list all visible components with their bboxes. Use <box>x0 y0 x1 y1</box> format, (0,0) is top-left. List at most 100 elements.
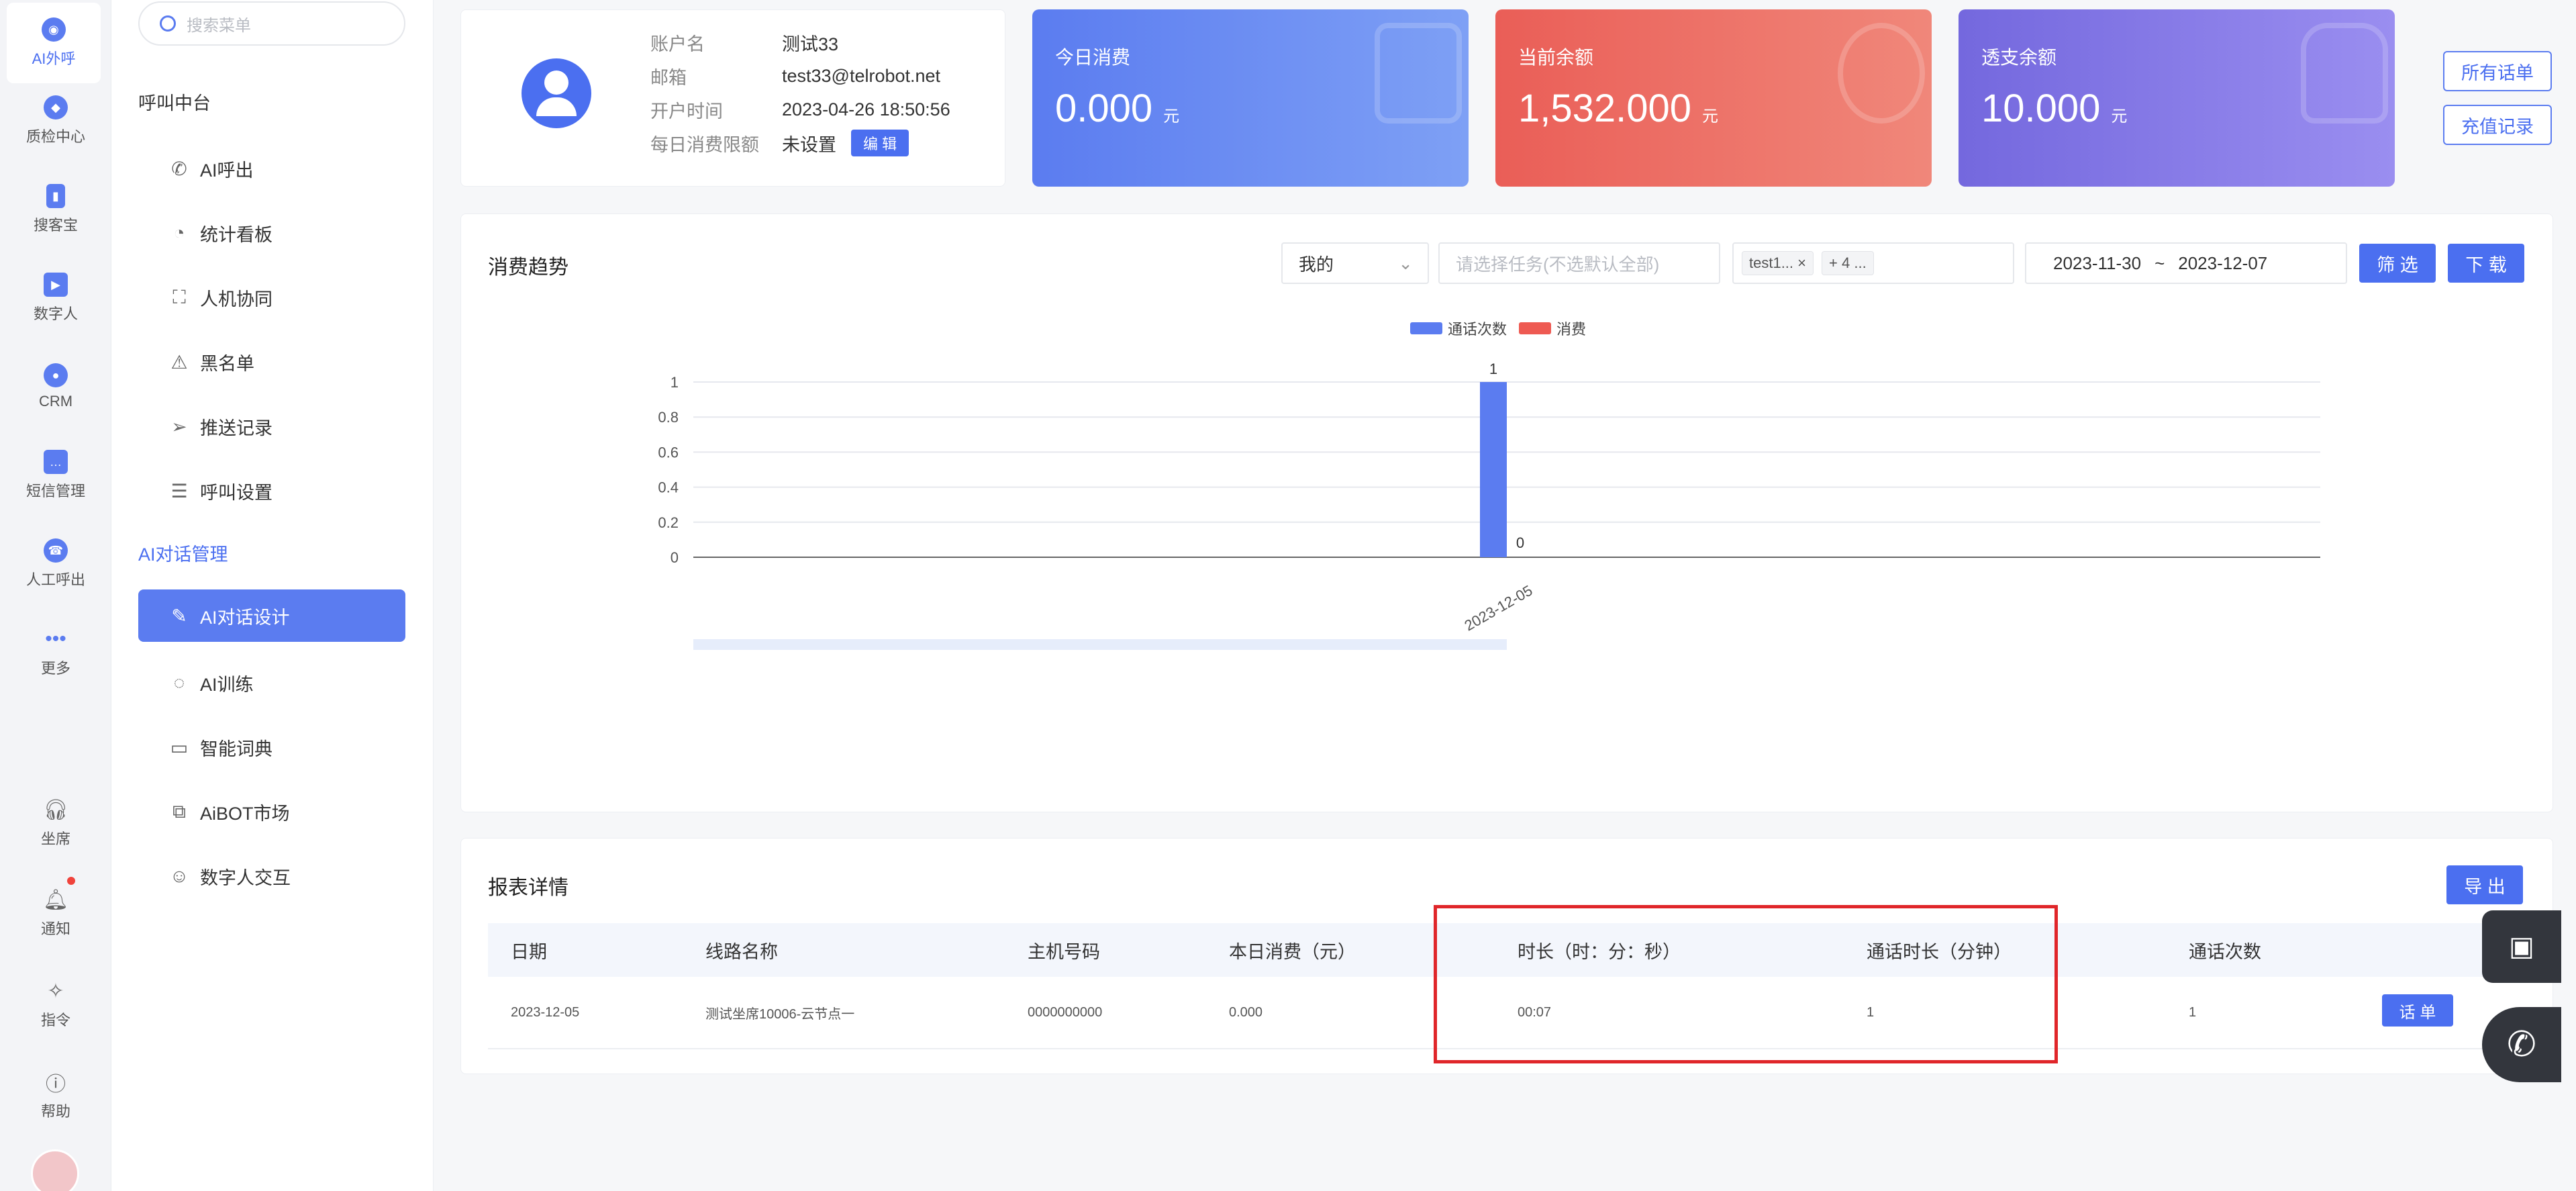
scope-value: 我的 <box>1299 254 1334 275</box>
chat-widget-button[interactable]: ▣ <box>2482 910 2561 983</box>
data-label: 0 <box>1516 534 1524 551</box>
rail-item-soukebao[interactable]: ▮ 搜客宝 <box>0 169 111 250</box>
account-name-label: 账户名 <box>650 34 705 54</box>
rail-item-ai-call[interactable]: ◉ AI外呼 <box>7 3 101 83</box>
export-button[interactable]: 导 出 <box>2446 865 2523 904</box>
close-icon[interactable]: × <box>1797 254 1806 271</box>
account-avatar-icon <box>522 58 591 128</box>
menu-item-digital-interaction[interactable]: ☺ 数字人交互 <box>138 850 405 902</box>
menu-item-collab[interactable]: ⛶ 人机协同 <box>138 271 405 324</box>
y-tick-label: 0.6 <box>658 444 679 461</box>
account-open-row: 开户时间 2023-04-26 18:50:56 <box>650 96 950 123</box>
phone-icon: ✆ <box>171 158 187 179</box>
rail-label: 指令 <box>40 1012 70 1029</box>
trend-card: 消费趋势 我的 ⌄ 请选择任务(不选默认全部) test1... × + 4 .… <box>460 213 2553 812</box>
highlight-box <box>1434 905 2058 1063</box>
app-root: { "rail": [ {"label":"AI外呼","icon":"robo… <box>0 0 2576 1191</box>
rail-item-seat[interactable]: 🎧︎ 坐席 <box>0 783 111 863</box>
all-bills-button[interactable]: 所有话单 <box>2443 51 2552 91</box>
rail-item-help[interactable]: ⓘ 帮助 <box>0 1055 111 1136</box>
stat-card-today: 今日消费 0.000 元 <box>1032 9 1469 187</box>
task-placeholder: 请选择任务(不选默认全部) <box>1456 254 1660 275</box>
account-name: 测试33 <box>782 34 839 54</box>
avatar[interactable] <box>31 1149 79 1191</box>
menu-item-dictionary[interactable]: ▭ 智能词典 <box>138 721 405 773</box>
menu-item-label: 人机协同 <box>200 289 273 309</box>
rail-item-more[interactable]: ••• 更多 <box>0 612 111 693</box>
rail-item-crm[interactable]: ● CRM <box>0 346 111 427</box>
report-title: 报表详情 <box>488 877 568 899</box>
menu-item-blacklist[interactable]: ⚠ 黑名单 <box>138 336 405 388</box>
menu-item-ai-dialog-design[interactable]: ✎ AI对话设计 <box>138 589 405 642</box>
rail-item-quality[interactable]: ◆ 质检中心 <box>0 81 111 161</box>
receipt-icon <box>1375 23 1462 124</box>
book-icon: ▭ <box>170 736 189 758</box>
menu-item-dashboard[interactable]: ◔ 统计看板 <box>138 207 405 259</box>
rail-label: 通知 <box>40 920 70 937</box>
menu-item-label: 统计看板 <box>200 224 273 245</box>
menu-group-ai-dialog: AI对话管理 <box>138 544 228 565</box>
menu-item-label: 推送记录 <box>200 418 273 438</box>
chart-legend: 通话次数 消费 <box>1410 318 1586 339</box>
menu-item-label: 呼叫设置 <box>200 482 273 503</box>
menu-item-label: AiBOT市场 <box>200 803 290 824</box>
scope-select[interactable]: 我的 ⌄ <box>1281 242 1429 284</box>
menu-item-label: AI呼出 <box>200 160 254 181</box>
rail-label: 坐席 <box>40 830 70 847</box>
menu-item-call-settings[interactable]: ☰ 呼叫设置 <box>138 465 405 517</box>
date-separator: ~ <box>2154 252 2165 273</box>
legend-label-calls: 通话次数 <box>1448 321 1507 338</box>
account-email: test33@telrobot.net <box>782 65 941 86</box>
data-label: 1 <box>1489 361 1497 377</box>
rail-item-manual-call[interactable]: ☎ 人工呼出 <box>0 524 111 604</box>
col-count: 通话次数 <box>2189 941 2261 962</box>
search-placeholder: 搜索菜单 <box>187 16 251 35</box>
rail-item-notify[interactable]: 🔔︎ 通知 <box>0 873 111 953</box>
menu-item-ai-training[interactable]: ◌ AI训练 <box>138 657 405 709</box>
headset-icon: 🎧︎ <box>42 798 69 821</box>
rail-item-command[interactable]: ✧ 指令 <box>0 964 111 1045</box>
gear-icon: ✧ <box>47 980 64 1002</box>
menu-item-label: 黑名单 <box>200 353 254 374</box>
rail-label: 数字人 <box>33 305 78 322</box>
call-icon: ☎ <box>44 538 68 563</box>
task-select[interactable]: 请选择任务(不选默认全部) <box>1438 242 1720 284</box>
tag-chip[interactable]: test1... × <box>1742 251 1814 275</box>
sliders-icon: ☰ <box>170 480 188 502</box>
call-record-button[interactable]: 话 单 <box>2382 994 2453 1027</box>
stat-card-overdraft: 透支余额 10.000 元 <box>1959 9 2395 187</box>
call-widget-button[interactable]: ✆ <box>2482 1007 2561 1082</box>
y-tick-label: 1 <box>671 374 679 391</box>
cell-cost: 0.000 <box>1229 1004 1263 1020</box>
search-input[interactable]: 搜索菜单 <box>138 1 405 46</box>
trend-title: 消费趋势 <box>488 256 568 279</box>
stat-card-balance: 当前余额 1,532.000 元 <box>1495 9 1932 187</box>
tag-select[interactable]: test1... × + 4 ... <box>1732 242 2014 284</box>
date-range-picker[interactable]: 2023-11-30 ~ 2023-12-07 <box>2025 242 2347 284</box>
pencil-icon: ✎ <box>171 605 187 626</box>
recharge-record-button[interactable]: 充值记录 <box>2443 105 2552 145</box>
col-cost: 本日消费（元） <box>1229 941 1356 962</box>
date-start: 2023-11-30 <box>2053 252 2142 273</box>
bell-icon: 🔔︎ <box>42 888 69 911</box>
y-tick-label: 0.8 <box>658 409 679 426</box>
notification-dot <box>67 877 75 885</box>
rail-item-digital-human[interactable]: ▶ 数字人 <box>0 258 111 338</box>
menu-item-label: AI对话设计 <box>200 607 290 628</box>
rail-label: CRM <box>38 393 73 410</box>
menu-item-ai-call[interactable]: ✆ AI呼出 <box>138 142 405 195</box>
chevron-down-icon: ⌄ <box>1398 252 1413 273</box>
menu-item-label: 数字人交互 <box>200 867 291 888</box>
menu-item-push-log[interactable]: ➢ 推送记录 <box>138 400 405 452</box>
shield-icon: ◆ <box>44 95 68 120</box>
download-button[interactable]: 下 载 <box>2448 244 2524 283</box>
rail-item-sms[interactable]: … 短信管理 <box>0 435 111 516</box>
edit-limit-button[interactable]: 编 辑 <box>851 130 909 156</box>
y-tick-label: 0 <box>671 549 679 566</box>
consumption-chart: 0 0.2 0.4 0.6 0.8 1 1 0 2023-12-05 <box>658 361 2320 650</box>
menu-item-label: AI训练 <box>200 674 254 695</box>
account-limit: 未设置 <box>782 134 836 155</box>
tag-more-chip[interactable]: + 4 ... <box>1822 251 1874 275</box>
filter-button[interactable]: 筛 选 <box>2359 244 2436 283</box>
menu-item-aibot-market[interactable]: ⧉ AiBOT市场 <box>138 785 405 838</box>
